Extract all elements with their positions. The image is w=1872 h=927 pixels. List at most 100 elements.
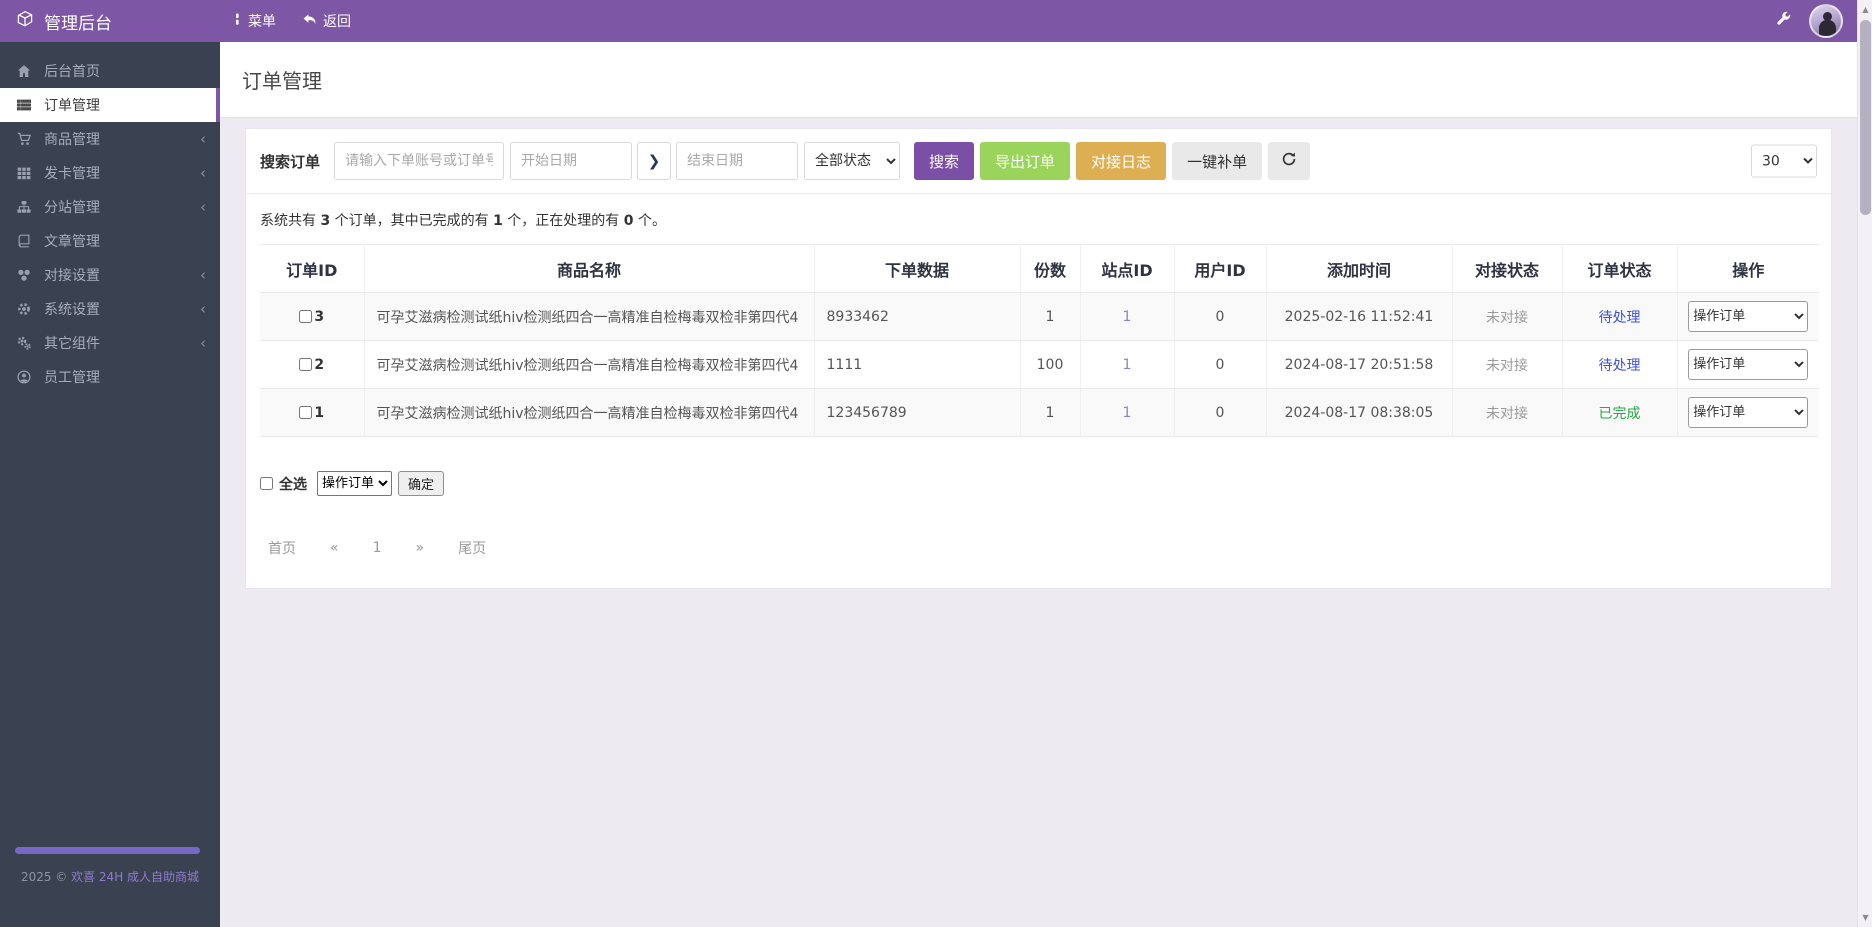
sidebar-item-label: 商品管理	[44, 132, 100, 148]
page-size-select[interactable]: 30	[1751, 144, 1817, 178]
refresh-icon	[1281, 151, 1297, 171]
sidebar-divider-pill	[15, 847, 200, 854]
reissue-button[interactable]: 一键补单	[1172, 142, 1263, 180]
sitemap-icon	[16, 200, 32, 214]
row-action-select[interactable]: 操作订单	[1688, 397, 1809, 428]
page-last[interactable]: 尾页	[458, 538, 486, 558]
table-row: 3 可孕艾滋病检测试纸hiv检测纸四合一高精准自检梅毒双检非第四代4 89334…	[260, 292, 1819, 341]
page-first[interactable]: 首页	[268, 538, 296, 558]
chevron-left-icon: ‹	[200, 129, 206, 148]
order-id: 3	[314, 308, 325, 325]
page-number[interactable]: 1	[373, 540, 382, 556]
sidebar-item-staff[interactable]: 员工管理	[0, 360, 220, 394]
sidebar-item-system-settings[interactable]: 系统设置 ‹	[0, 292, 220, 326]
table-row: 2 可孕艾滋病检测试纸hiv检测纸四合一高精准自检梅毒双检非第四代4 1111 …	[260, 340, 1819, 389]
order-data: 8933462	[814, 292, 1021, 341]
page-next[interactable]: »	[416, 540, 425, 556]
confirm-button[interactable]: 确定	[398, 471, 445, 496]
menu-toggle[interactable]: 菜单	[232, 11, 276, 31]
row-action-select[interactable]: 操作订单	[1688, 349, 1809, 380]
sidebar-item-substations[interactable]: 分站管理 ‹	[0, 190, 220, 224]
start-date-input[interactable]	[510, 142, 633, 180]
order-status-link[interactable]: 待处理	[1599, 358, 1641, 374]
status-filter-select[interactable]: 全部状态	[804, 142, 901, 180]
orders-body: 系统共有 3 个订单，其中已完成的有 1 个，正在处理的有 0 个。 订单ID …	[246, 194, 1831, 588]
product-name: 可孕艾滋病检测试纸hiv检测纸四合一高精准自检梅毒双检非第四代4	[364, 340, 815, 389]
back-button[interactable]: 返回	[302, 11, 351, 31]
order-status-link[interactable]: 待处理	[1599, 310, 1641, 326]
order-data: 1111	[814, 340, 1021, 389]
orders-summary: 系统共有 3 个订单，其中已完成的有 1 个，正在处理的有 0 个。	[260, 213, 666, 229]
avatar[interactable]	[1809, 4, 1843, 38]
page-prev[interactable]: «	[330, 540, 339, 556]
sidebar: 后台首页 订单管理 商品管理 ‹ 发卡管理 ‹ 分站管理 ‹ 文章管理 对接设置	[0, 42, 220, 927]
sidebar-item-label: 分站管理	[44, 200, 100, 216]
export-orders-button[interactable]: 导出订单	[980, 142, 1071, 180]
qty: 1	[1020, 388, 1081, 437]
row-checkbox[interactable]	[299, 406, 313, 419]
chevron-left-icon: ‹	[200, 333, 206, 352]
select-all-checkbox[interactable]	[260, 477, 273, 490]
orders-table: 订单ID 商品名称 下单数据 份数 站点ID 用户ID 添加时间 对接状态 订单…	[260, 244, 1819, 437]
bridge-log-button[interactable]: 对接日志	[1076, 142, 1167, 180]
bridge-status: 未对接	[1486, 309, 1528, 326]
sidebar-item-label: 员工管理	[44, 370, 100, 386]
sidebar-item-bridge-settings[interactable]: 对接设置 ‹	[0, 258, 220, 292]
order-data: 123456789	[814, 388, 1021, 437]
col-site-id: 站点ID	[1080, 244, 1175, 293]
select-all-label: 全选	[279, 476, 307, 493]
table-header-row: 订单ID 商品名称 下单数据 份数 站点ID 用户ID 添加时间 对接状态 订单…	[260, 244, 1819, 293]
sidebar-item-articles[interactable]: 文章管理	[0, 224, 220, 258]
bulk-action-select[interactable]: 操作订单	[317, 471, 392, 496]
bridge-status: 未对接	[1486, 357, 1528, 374]
bridge-status: 未对接	[1486, 405, 1528, 422]
scroll-down-arrow-icon[interactable]: ▼	[1858, 910, 1872, 925]
sidebar-item-label: 订单管理	[44, 98, 100, 114]
list-icon	[16, 98, 32, 112]
scroll-up-arrow-icon[interactable]: ▲	[1858, 2, 1872, 17]
refresh-button[interactable]	[1268, 142, 1311, 180]
cogs-icon	[16, 336, 32, 350]
footer-brand-link[interactable]: 欢喜 24H 成人自助商城	[71, 870, 199, 884]
scrollbar-thumb[interactable]	[1860, 20, 1871, 215]
bulk-actions-row: 全选 操作订单 确定	[260, 471, 1817, 496]
row-action-select[interactable]: 操作订单	[1688, 301, 1809, 332]
menu-label: 菜单	[248, 14, 276, 30]
search-button[interactable]: 搜索	[914, 142, 975, 180]
col-order-status: 订单状态	[1562, 244, 1678, 293]
row-checkbox[interactable]	[299, 358, 313, 371]
chevron-left-icon: ‹	[200, 197, 206, 216]
site-id-link[interactable]: 1	[1123, 357, 1132, 373]
date-range-arrow-icon: ❯	[637, 142, 672, 180]
gear-icon	[16, 302, 32, 316]
return-arrow-icon	[302, 13, 317, 30]
sidebar-item-label: 后台首页	[44, 64, 100, 80]
chevron-left-icon: ‹	[200, 265, 206, 284]
sidebar-item-products[interactable]: 商品管理 ‹	[0, 122, 220, 156]
table-row: 1 可孕艾滋病检测试纸hiv检测纸四合一高精准自检梅毒双检非第四代4 12345…	[260, 388, 1819, 437]
row-checkbox[interactable]	[299, 310, 313, 323]
vertical-scrollbar: ▲ ▼	[1857, 0, 1872, 927]
processing-count: 0	[623, 213, 634, 229]
added-time: 2024-08-17 08:38:05	[1266, 388, 1453, 437]
main-content: 订单管理 搜索订单 ❯ 全部状态 搜索 导出订单 对接日志 一键补单 30	[220, 42, 1857, 927]
order-status-link[interactable]: 已完成	[1599, 406, 1641, 422]
end-date-input[interactable]	[676, 142, 799, 180]
order-id: 1	[314, 404, 325, 421]
site-id-link[interactable]: 1	[1123, 405, 1132, 421]
col-added-time: 添加时间	[1266, 244, 1453, 293]
sidebar-item-cards[interactable]: 发卡管理 ‹	[0, 156, 220, 190]
sidebar-item-other-components[interactable]: 其它组件 ‹	[0, 326, 220, 360]
sidebar-item-orders[interactable]: 订单管理	[0, 88, 220, 122]
qty: 100	[1020, 340, 1081, 389]
orders-card: 搜索订单 ❯ 全部状态 搜索 导出订单 对接日志 一键补单 30 系统共	[245, 128, 1832, 589]
wrench-icon[interactable]	[1775, 11, 1791, 31]
sidebar-item-label: 系统设置	[44, 302, 100, 318]
order-id: 2	[314, 356, 325, 373]
sidebar-item-label: 其它组件	[44, 336, 100, 352]
site-id-link[interactable]: 1	[1123, 309, 1132, 325]
qty: 1	[1020, 292, 1081, 341]
product-name: 可孕艾滋病检测试纸hiv检测纸四合一高精准自检梅毒双检非第四代4	[364, 292, 815, 341]
order-search-input[interactable]	[334, 142, 505, 180]
sidebar-item-home[interactable]: 后台首页	[0, 54, 220, 88]
